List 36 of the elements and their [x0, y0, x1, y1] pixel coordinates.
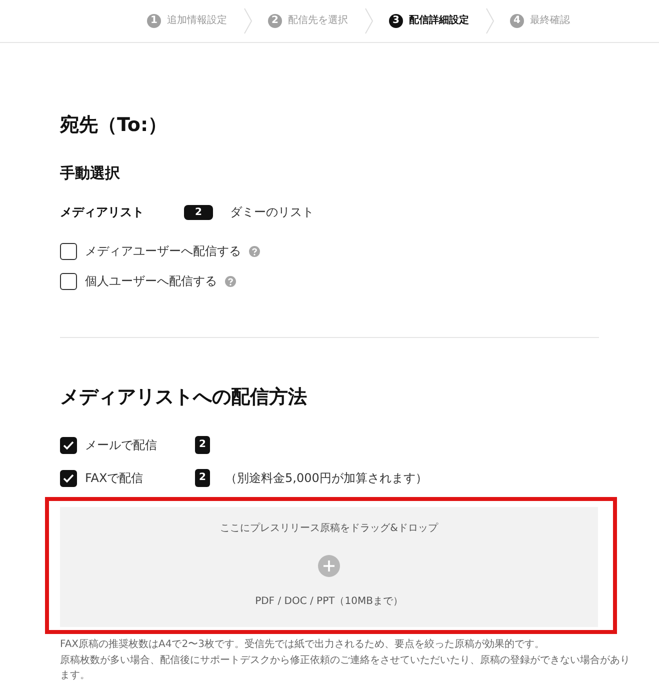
drop-zone[interactable]: ここにプレスリリース原稿をドラッグ&ドロップ PDF / DOC / PPT（10MBまで） [60, 507, 598, 627]
section-title: メディアリストへの配信方法 [60, 385, 308, 410]
step-tab[interactable]: 2 配信先を選択 [268, 14, 348, 28]
note-text: FAX原稿の推奨枚数はA4で2〜3枚です。受信先では紙で出力されるため、要点を絞った原稿が効果的です。 [60, 638, 546, 652]
step-tab[interactable]: 3 配信詳細設定 [389, 14, 469, 28]
option-label: メディアユーザーへ配信する [85, 242, 241, 260]
section-title: 宛先（To:） [60, 113, 168, 138]
list-label: メディアリスト [60, 204, 145, 220]
count-badge: 2 [184, 204, 213, 220]
step-number: 3 [389, 14, 403, 28]
add-icon [318, 554, 340, 576]
check-icon [63, 474, 74, 482]
method-label: メールで配信 [85, 436, 158, 454]
step-tab[interactable]: 1 追加情報設定 [147, 14, 227, 28]
checkbox[interactable] [60, 470, 77, 486]
checkbox[interactable] [60, 272, 77, 290]
step-number: 2 [268, 14, 282, 28]
checkbox[interactable] [60, 242, 77, 260]
chevron-icon [365, 8, 373, 34]
drop-prompt: ここにプレスリリース原稿をドラッグ&ドロップ [220, 522, 438, 536]
file-formats: PDF / DOC / PPT（10MBまで） [255, 595, 403, 609]
option-label: 個人ユーザーへ配信する [85, 272, 217, 290]
step-number: 1 [147, 14, 161, 28]
step-number: 4 [510, 14, 524, 28]
check-icon [63, 440, 74, 450]
note-text: 原稿枚数が多い場合、配信後にサポートデスクから修正依頼のご連絡をさせていただいたり、原稿の登録ができない場合があります。 [60, 654, 631, 683]
chevron-icon [486, 8, 494, 34]
section-subtitle: 手動選択 [60, 163, 121, 184]
list-name: ダミーのリスト [230, 204, 314, 220]
count-badge: 2 [195, 469, 210, 487]
count-badge: 2 [195, 436, 210, 454]
fee-note: （別途料金5,000円が加算されます） [225, 470, 428, 486]
checkbox[interactable] [60, 436, 77, 454]
chevron-icon [244, 8, 252, 34]
step-tab[interactable]: 4 最終確認 [510, 14, 570, 28]
method-label: FAXで配信 [85, 470, 144, 486]
